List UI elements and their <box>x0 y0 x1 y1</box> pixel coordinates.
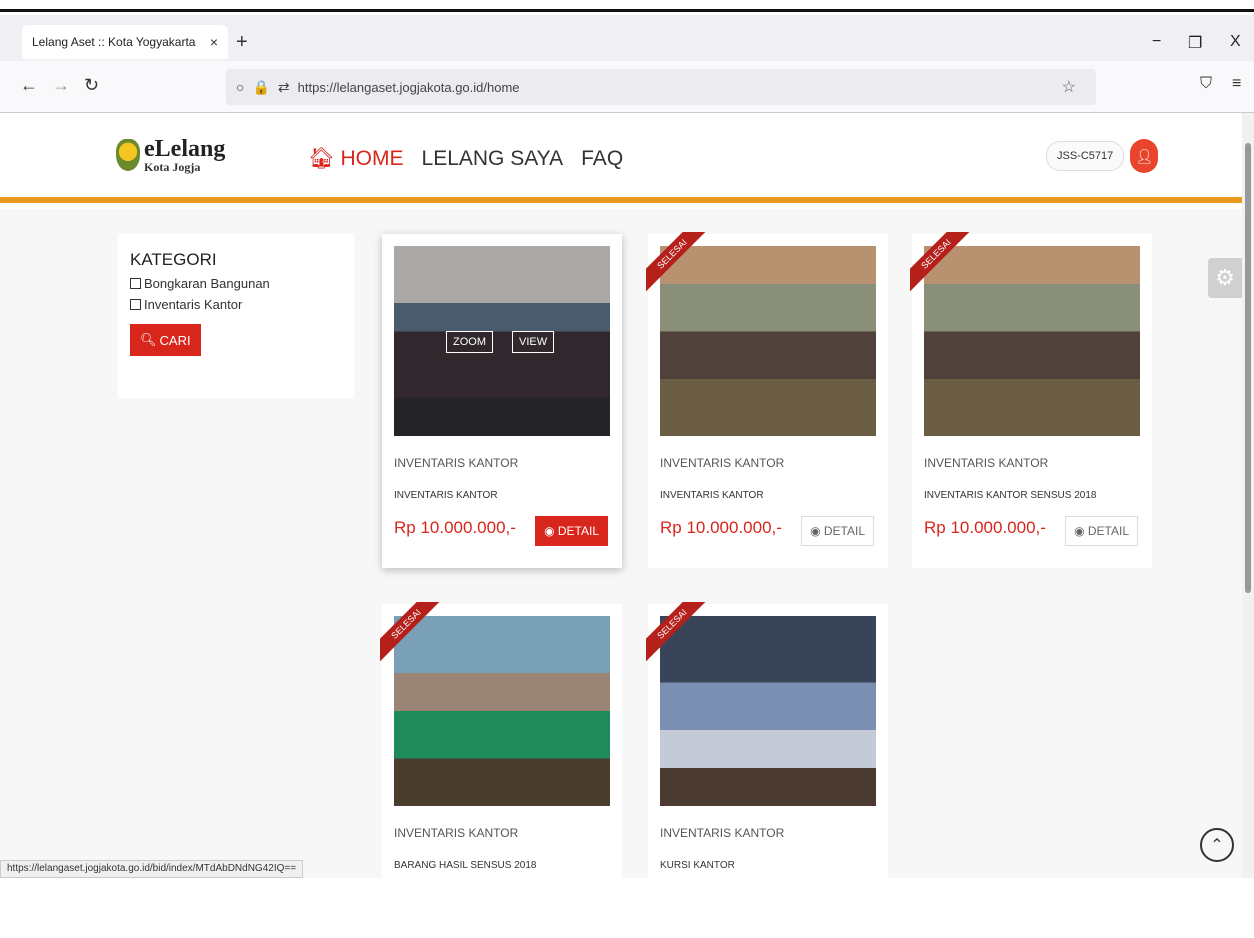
status-ribbon: SELESAI <box>380 602 440 662</box>
status-ribbon: SELESAI <box>910 232 970 292</box>
detail-label: DETAIL <box>823 524 865 538</box>
checkbox-icon[interactable] <box>130 278 141 289</box>
view-button[interactable]: VIEW <box>512 331 555 353</box>
tab-title: Lelang Aset :: Kota Yogyakarta <box>32 35 196 49</box>
user-icon[interactable]: 👤︎ <box>1130 139 1159 173</box>
scrollbar-thumb[interactable] <box>1245 143 1251 593</box>
zoom-button[interactable]: ZOOM <box>446 331 493 353</box>
nav-home-label: HOME <box>340 147 404 170</box>
auction-card[interactable]: ZOOM VIEW INVENTARIS KANTOR INVENTARIS K… <box>382 234 622 568</box>
status-bar-url: https://lelangaset.jogjakota.go.id/bid/i… <box>0 860 304 878</box>
lock-icon: 🔒 <box>252 78 270 95</box>
eye-icon: ◉ <box>544 524 558 538</box>
eye-icon: ◉ <box>1074 524 1088 538</box>
bookmark-star-icon[interactable]: ☆ <box>1062 77 1076 97</box>
eye-icon: ◉ <box>810 524 824 538</box>
address-bar[interactable]: ○ 🔒 ⇄ https://lelangaset.jogjakota.go.id… <box>226 69 1096 105</box>
page-content: KATEGORI Bongkaran Bangunan Inventaris K… <box>0 209 1242 938</box>
nav-faq[interactable]: FAQ <box>581 147 623 171</box>
detail-button[interactable]: ◉ DETAIL <box>535 516 608 546</box>
image-overlay <box>394 246 610 436</box>
user-code[interactable]: JSS-C5717 <box>1046 141 1125 171</box>
search-icon: 🔍︎ <box>140 332 157 347</box>
detail-button[interactable]: ◉ DETAIL <box>1065 516 1138 546</box>
window-top-edge <box>0 0 1254 12</box>
site-logo[interactable]: eLelang Kota Jogja <box>116 137 225 173</box>
nav-lelang-saya[interactable]: LELANG SAYA <box>422 147 564 171</box>
category-checkbox-bongkaran[interactable]: Bongkaran Bangunan <box>130 276 342 291</box>
pocket-icon[interactable]: ⛉ <box>1200 75 1212 93</box>
auction-card[interactable]: SELESAI INVENTARIS KANTOR KURSI KANTOR <box>646 602 888 938</box>
main-nav: 🏠︎ HOME LELANG SAYA FAQ <box>308 147 623 171</box>
status-ribbon: SELESAI <box>646 602 706 662</box>
card-category: INVENTARIS KANTOR <box>394 456 519 470</box>
card-price: Rp 10.000.000,- <box>394 518 516 537</box>
restore-icon[interactable]: ❐ <box>1188 33 1202 53</box>
card-title: KURSI KANTOR <box>660 860 735 871</box>
permissions-icon: ⇄ <box>277 78 290 95</box>
checkbox-icon[interactable] <box>130 299 141 310</box>
detail-label: DETAIL <box>557 524 599 538</box>
card-category: INVENTARIS KANTOR <box>924 456 1049 470</box>
category-checkbox-inventaris[interactable]: Inventaris Kantor <box>130 297 342 312</box>
new-tab-icon[interactable]: + <box>236 31 248 54</box>
back-icon[interactable]: ← <box>20 75 38 96</box>
logo-emblem-icon <box>116 139 140 171</box>
card-category: INVENTARIS KANTOR <box>660 456 785 470</box>
detail-label: DETAIL <box>1087 524 1129 538</box>
category-sidebar: KATEGORI Bongkaran Bangunan Inventaris K… <box>118 234 354 398</box>
card-category: INVENTARIS KANTOR <box>394 826 519 840</box>
ribbon-label: SELESAI <box>380 602 440 662</box>
nav-home[interactable]: 🏠︎ HOME <box>308 147 404 171</box>
back-to-top-icon[interactable]: ⌃ <box>1200 828 1234 862</box>
browser-nav-bar: ← → ↻ ○ 🔒 ⇄ https://lelangaset.jogjakota… <box>0 61 1254 113</box>
page-scrollbar[interactable] <box>1242 113 1254 878</box>
logo-subtitle: Kota Jogja <box>144 160 201 174</box>
minimize-icon[interactable]: − <box>1152 33 1161 51</box>
card-title: INVENTARIS KANTOR <box>394 490 498 501</box>
site-header: eLelang Kota Jogja 🏠︎ HOME LELANG SAYA F… <box>0 113 1242 203</box>
ribbon-label: SELESAI <box>646 602 706 662</box>
card-title: INVENTARIS KANTOR SENSUS 2018 <box>924 490 1097 501</box>
ribbon-label: SELESAI <box>646 232 706 292</box>
card-title: BARANG HASIL SENSUS 2018 <box>394 860 537 871</box>
logo-title: eLelang <box>144 136 226 162</box>
card-category: INVENTARIS KANTOR <box>660 826 785 840</box>
auction-card[interactable]: SELESAI INVENTARIS KANTOR INVENTARIS KAN… <box>646 232 888 568</box>
status-ribbon: SELESAI <box>646 232 706 292</box>
window-close-icon[interactable]: X <box>1230 33 1241 51</box>
forward-icon[interactable]: → <box>52 75 70 96</box>
auction-image[interactable]: ZOOM VIEW <box>394 246 610 436</box>
auction-card[interactable]: SELESAI INVENTARIS KANTOR INVENTARIS KAN… <box>910 232 1152 568</box>
browser-tab-bar: Lelang Aset :: Kota Yogyakarta × + − ❐ X <box>0 15 1254 61</box>
category-heading: KATEGORI <box>130 250 217 269</box>
search-button[interactable]: 🔍︎ CARI <box>130 324 201 356</box>
card-price: Rp 10.000.000,- <box>660 518 782 537</box>
auction-card[interactable]: SELESAI INVENTARIS KANTOR BARANG HASIL S… <box>380 602 622 938</box>
card-price: Rp 10.000.000,- <box>924 518 1046 537</box>
tab-close-icon[interactable]: × <box>210 34 218 50</box>
url-text: https://lelangaset.jogjakota.go.id/home <box>297 79 520 95</box>
browser-tab[interactable]: Lelang Aset :: Kota Yogyakarta × <box>22 25 228 59</box>
reload-icon[interactable]: ↻ <box>84 75 99 96</box>
shield-icon: ○ <box>236 79 245 95</box>
card-title: INVENTARIS KANTOR <box>660 490 764 501</box>
settings-gear-icon[interactable]: ⚙ <box>1208 258 1242 298</box>
menu-icon[interactable]: ≡ <box>1232 75 1241 93</box>
ribbon-label: SELESAI <box>910 232 970 292</box>
category-label: Bongkaran Bangunan <box>144 276 270 291</box>
home-icon: 🏠︎ <box>308 147 335 170</box>
user-box[interactable]: JSS-C5717 👤︎ <box>1046 139 1159 173</box>
search-button-label: CARI <box>159 332 191 348</box>
detail-button[interactable]: ◉ DETAIL <box>801 516 874 546</box>
category-label: Inventaris Kantor <box>144 297 243 312</box>
